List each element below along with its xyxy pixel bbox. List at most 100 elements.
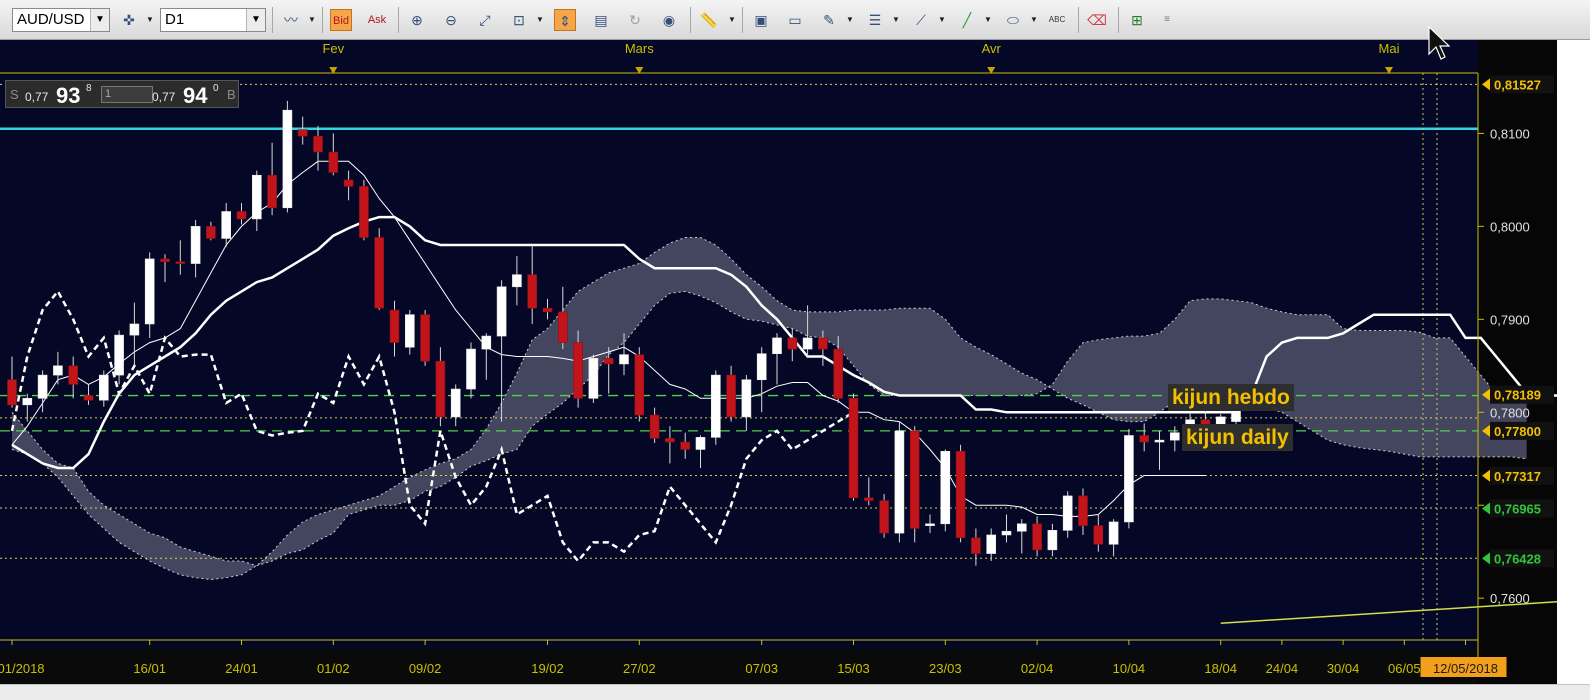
x-tick-label: 30/04 bbox=[1327, 661, 1360, 676]
candle-bullish bbox=[1108, 521, 1119, 545]
buy-label[interactable]: B bbox=[227, 87, 236, 102]
candle-bearish bbox=[665, 437, 675, 443]
tools-icon[interactable]: ✎ bbox=[818, 9, 840, 31]
eraser-icon[interactable]: ⌫ bbox=[1086, 9, 1108, 31]
candle-bullish bbox=[1001, 530, 1012, 536]
zoom-in-icon[interactable]: ⊕ bbox=[406, 9, 428, 31]
candle-bearish bbox=[848, 398, 859, 499]
chevron-down-icon[interactable]: ▼ bbox=[536, 9, 544, 31]
candle-bullish bbox=[1154, 439, 1165, 443]
y-tick-label: 0,8000 bbox=[1490, 219, 1530, 234]
candle-bearish bbox=[818, 337, 828, 350]
auto-scroll-icon[interactable]: ⇕ bbox=[554, 9, 576, 31]
kijun-hebdo-label: kijun hebdo bbox=[1168, 384, 1294, 411]
candle-bearish bbox=[971, 537, 981, 554]
chevron-down-icon[interactable]: ▼ bbox=[146, 9, 154, 31]
globe-icon[interactable]: ◉ bbox=[658, 9, 680, 31]
sell-label[interactable]: S bbox=[10, 87, 19, 102]
candle-bearish bbox=[787, 337, 798, 350]
candle-bearish bbox=[68, 365, 78, 385]
sell-price-big[interactable]: 93 bbox=[56, 83, 80, 109]
image-icon[interactable]: ▣ bbox=[750, 9, 772, 31]
month-label-fev: Fev bbox=[322, 41, 344, 56]
candle-bearish bbox=[236, 211, 247, 220]
candle-bullish bbox=[940, 451, 951, 525]
x-tick-label: 19/02 bbox=[531, 661, 564, 676]
template-icon[interactable]: ▤ bbox=[590, 9, 612, 31]
crosshair-icon[interactable]: ✜ bbox=[118, 9, 140, 31]
ruler-icon[interactable]: 📏 bbox=[698, 9, 720, 31]
candle-bearish bbox=[297, 129, 308, 137]
chart-type-icon[interactable]: 〰 bbox=[280, 9, 302, 31]
sell-price-prefix[interactable]: 0,77 bbox=[25, 90, 48, 104]
chevron-down-icon[interactable]: ▼ bbox=[246, 9, 265, 31]
buy-price-big[interactable]: 94 bbox=[183, 83, 207, 109]
candle-bearish bbox=[879, 500, 889, 534]
sell-price-sup[interactable]: 8 bbox=[86, 83, 92, 94]
candle-bullish bbox=[1016, 523, 1027, 532]
chevron-down-icon[interactable]: ▼ bbox=[892, 9, 900, 31]
candle-bullish bbox=[450, 388, 461, 418]
candle-bullish bbox=[619, 354, 629, 365]
candle-bullish bbox=[1062, 495, 1073, 531]
ask-button[interactable]: Ask bbox=[366, 9, 388, 31]
y-tick-label: 0,7800 bbox=[1490, 405, 1530, 420]
x-tick-label: 15/03 bbox=[837, 661, 870, 676]
chevron-down-icon[interactable]: ▼ bbox=[938, 9, 946, 31]
x-tick-label: 12/05/2018 bbox=[1433, 661, 1498, 676]
right-margin bbox=[1557, 40, 1590, 659]
candle-bearish bbox=[206, 226, 216, 239]
lines-icon[interactable]: ☰ bbox=[864, 9, 886, 31]
level-price-label: 0,77317 bbox=[1494, 469, 1541, 484]
candle-bullish bbox=[404, 314, 415, 348]
timeframe-select[interactable]: D1 ▼ bbox=[160, 8, 266, 32]
candle-bearish bbox=[603, 358, 614, 365]
candle-bearish bbox=[420, 314, 430, 362]
ellipse-icon[interactable]: ⬭ bbox=[1002, 9, 1024, 31]
level-price-label: 0,81527 bbox=[1494, 77, 1541, 92]
chevron-down-icon[interactable]: ▼ bbox=[728, 9, 736, 31]
hierarchy-icon[interactable]: ⊞ bbox=[1126, 9, 1148, 31]
x-tick-label: 16/01 bbox=[133, 661, 166, 676]
chevron-down-icon[interactable]: ▼ bbox=[90, 9, 109, 31]
price-chart[interactable]: FevMarsAvrMai03/01/201816/0124/0101/0209… bbox=[0, 40, 1557, 684]
candle-bullish bbox=[588, 358, 599, 399]
x-tick-label: 02/04 bbox=[1021, 661, 1054, 676]
refresh-icon[interactable]: ↻ bbox=[624, 9, 646, 31]
zoom-box-icon[interactable]: ⤢ bbox=[474, 9, 496, 31]
candle-bearish bbox=[313, 135, 323, 153]
candle-bearish bbox=[7, 379, 17, 406]
candle-bearish bbox=[267, 174, 277, 209]
candle-bearish bbox=[175, 261, 186, 264]
candle-bullish bbox=[1047, 530, 1058, 551]
candle-bullish bbox=[37, 374, 48, 399]
chevron-down-icon[interactable]: ▼ bbox=[308, 9, 316, 31]
buy-price-sup[interactable]: 0 bbox=[213, 83, 219, 94]
candle-bullish bbox=[1231, 410, 1241, 422]
trendline-icon[interactable]: ╱ bbox=[956, 9, 978, 31]
x-tick-label: 24/01 bbox=[225, 661, 258, 676]
level-price-label: 0,78189 bbox=[1494, 388, 1541, 403]
month-label-mai: Mai bbox=[1379, 41, 1400, 56]
menu-icon[interactable]: ≡ bbox=[1156, 9, 1178, 31]
chevron-down-icon[interactable]: ▼ bbox=[984, 9, 992, 31]
mouse-cursor-icon bbox=[1428, 26, 1450, 60]
x-tick-label: 01/02 bbox=[317, 661, 350, 676]
text-icon[interactable]: ABC bbox=[1046, 9, 1068, 31]
quantity-stepper[interactable]: 1 bbox=[101, 86, 153, 103]
candle-bearish bbox=[649, 414, 660, 439]
candle-bearish bbox=[83, 395, 94, 401]
candle-bearish bbox=[557, 311, 568, 343]
zoom-fit-icon[interactable]: ⊡ bbox=[508, 9, 530, 31]
chevron-down-icon[interactable]: ▼ bbox=[846, 9, 854, 31]
zoom-out-icon[interactable]: ⊖ bbox=[440, 9, 462, 31]
fibonacci-icon[interactable]: ⟋ bbox=[910, 9, 932, 31]
buy-price-prefix[interactable]: 0,77 bbox=[152, 90, 175, 104]
symbol-select[interactable]: AUD/USD ▼ bbox=[12, 8, 110, 32]
chevron-down-icon[interactable]: ▼ bbox=[1030, 9, 1038, 31]
candle-bearish bbox=[374, 237, 385, 309]
bid-button[interactable]: Bid bbox=[330, 9, 352, 31]
candle-bullish bbox=[894, 430, 905, 534]
window-icon[interactable]: ▭ bbox=[784, 9, 806, 31]
level-price-label: 0,76428 bbox=[1494, 551, 1541, 566]
